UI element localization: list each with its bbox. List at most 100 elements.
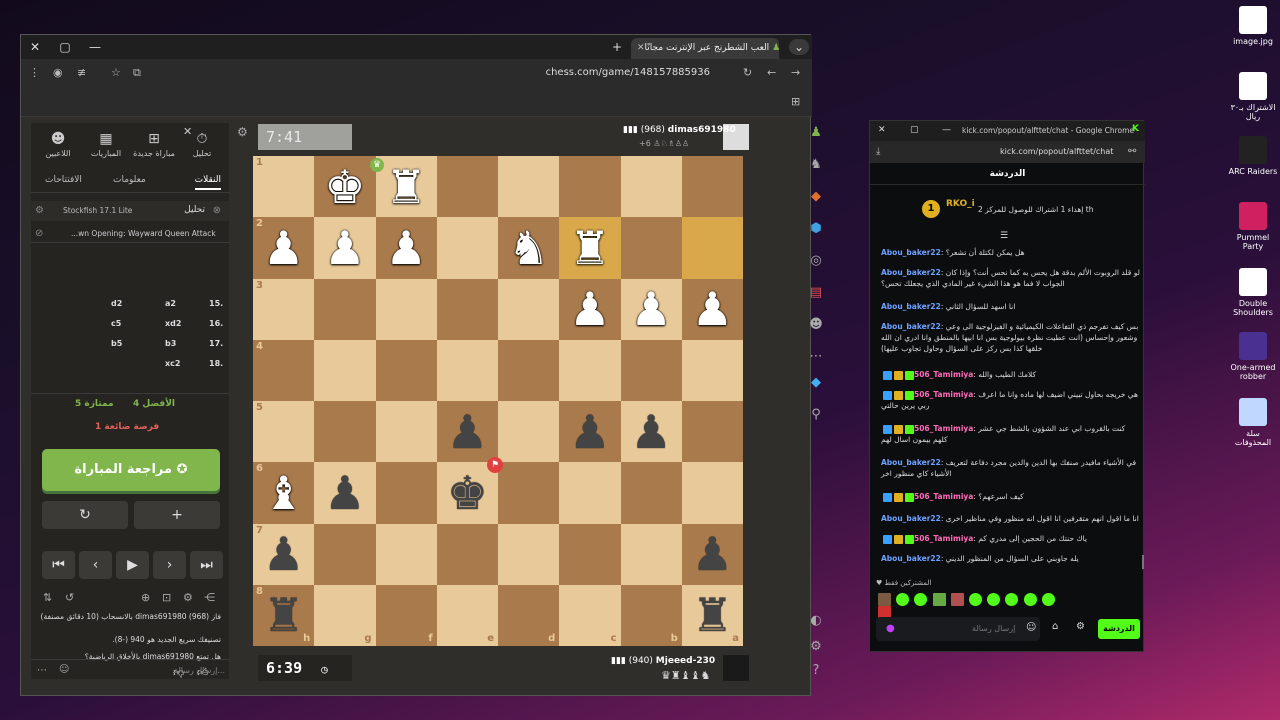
flip-board-icon[interactable]: ⇅: [43, 591, 52, 604]
board-square[interactable]: [681, 401, 743, 463]
board-square[interactable]: [620, 217, 682, 279]
white-move[interactable]: xc2: [165, 359, 180, 368]
board-square[interactable]: [436, 339, 498, 401]
tab-info[interactable]: معلومات: [113, 175, 146, 185]
zoom-icon[interactable]: ⊕: [141, 591, 150, 604]
board-square[interactable]: 8 h ♜: [253, 584, 315, 646]
install-app-icon[interactable]: ⧉: [133, 66, 141, 80]
board-square[interactable]: 6 ♝: [253, 462, 315, 524]
pawn-logo-icon[interactable]: ♟: [808, 125, 824, 141]
board-square[interactable]: [375, 401, 437, 463]
white-pawn-icon[interactable]: ♟: [386, 225, 427, 271]
board-square[interactable]: [498, 523, 560, 585]
gear-icon[interactable]: ⚙: [808, 639, 824, 655]
pin-collapse-icon[interactable]: ☰: [1000, 231, 1008, 241]
white-pawn-icon[interactable]: ♟: [263, 225, 304, 271]
board-square[interactable]: ♟: [620, 401, 682, 463]
next-move-button[interactable]: ›: [153, 551, 186, 579]
active-tab[interactable]: ✕ العب الشطرنج عبر الإنترنت مجانًا ♟: [631, 38, 779, 59]
social-icon[interactable]: ☻: [808, 317, 824, 333]
board-square[interactable]: [375, 339, 437, 401]
tab-moves[interactable]: النقلات: [194, 175, 221, 190]
white-pawn-icon[interactable]: ♟: [324, 225, 365, 271]
black-pawn-icon[interactable]: ♟: [324, 470, 365, 516]
white-rook-icon[interactable]: ♜: [386, 164, 427, 210]
board-square[interactable]: g: [314, 584, 376, 646]
white-pawn-icon[interactable]: ♟: [692, 286, 733, 332]
board-settings-icon[interactable]: ⚙: [237, 125, 248, 139]
white-king-icon[interactable]: ♚: [324, 164, 365, 210]
scrollbar[interactable]: [1142, 555, 1144, 569]
kick-address-bar[interactable]: ⤓ kick.com/popout/alfttet/chat ⚯: [870, 141, 1145, 163]
chat-username[interactable]: Abou_baker22: [881, 248, 941, 257]
undo-icon[interactable]: ↺: [65, 591, 74, 604]
chess-board[interactable]: 1 ♚ ♜ 2 ♟ ♟ ♟ ♞ ♜ 3 ♟ ♟ ♟ 4 5 ♟ ♟ ♟ 6 ♝ ♟ ♚ 7 ♟ ♟ 8 h ♜ g f e d c b a ♜: [253, 156, 743, 646]
emoji-icon[interactable]: ☺: [59, 664, 69, 675]
board-square[interactable]: [559, 339, 621, 401]
board-square[interactable]: 7 ♟: [253, 523, 315, 585]
board-square[interactable]: [620, 339, 682, 401]
diamond-icon[interactable]: ◆: [808, 375, 824, 391]
white-rook-icon[interactable]: ♜: [569, 225, 610, 271]
board-square[interactable]: [314, 401, 376, 463]
board-square[interactable]: ♞: [498, 217, 560, 279]
desktop-icon[interactable]: One-armed robber: [1228, 332, 1278, 381]
close-tab-icon[interactable]: ✕: [637, 38, 645, 59]
store-icon[interactable]: ⌂: [1052, 621, 1058, 632]
emote-icon[interactable]: [987, 593, 1001, 606]
chat-username[interactable]: 506_Tamimiya: [914, 534, 973, 543]
board-square[interactable]: [681, 339, 743, 401]
board-square[interactable]: f: [375, 584, 437, 646]
chat-username[interactable]: Abou_baker22: [881, 458, 941, 467]
emote-icon[interactable]: [1005, 593, 1019, 606]
emote-icon[interactable]: [1041, 593, 1055, 606]
board-square[interactable]: ♟: [559, 278, 621, 340]
board-square[interactable]: [314, 278, 376, 340]
board-square[interactable]: ♟: [314, 462, 376, 524]
white-pawn-icon[interactable]: ♟: [631, 286, 672, 332]
kick-maximize-icon[interactable]: ▢: [910, 125, 919, 135]
chat-username[interactable]: Abou_baker22: [881, 268, 941, 277]
help-icon[interactable]: ?: [808, 663, 824, 679]
desktop-icon[interactable]: الاشتراك بـ٣٠ ريال: [1228, 72, 1278, 121]
board-square[interactable]: [314, 523, 376, 585]
board-square[interactable]: [681, 217, 743, 279]
engine-toggle-icon[interactable]: ⊗: [213, 205, 221, 216]
emote-icon[interactable]: [1023, 593, 1037, 606]
first-move-button[interactable]: ⏮: [42, 551, 75, 579]
settings-icon[interactable]: ⚙: [183, 591, 193, 604]
kick-close-icon[interactable]: ✕: [878, 125, 886, 135]
board-square[interactable]: [498, 339, 560, 401]
desktop-icon[interactable]: ARC Raiders: [1228, 136, 1278, 176]
board-square[interactable]: ♚: [436, 462, 498, 524]
black-move[interactable]: d2: [111, 299, 122, 308]
board-square[interactable]: [559, 462, 621, 524]
minimize-icon[interactable]: —: [85, 39, 105, 55]
black-pawn-icon[interactable]: ♟: [692, 531, 733, 577]
tab-search-icon[interactable]: ⌄: [789, 39, 809, 55]
emoji-picker-icon[interactable]: ☺: [1026, 622, 1036, 633]
board-square[interactable]: ♟: [436, 401, 498, 463]
news-icon[interactable]: ▤: [808, 285, 824, 301]
nav-grid[interactable]: ▦ المباريات: [83, 131, 129, 158]
board-square[interactable]: [436, 278, 498, 340]
learn-icon[interactable]: ⬢: [808, 221, 824, 237]
emote-icon[interactable]: [878, 593, 891, 606]
board-square[interactable]: [620, 523, 682, 585]
board-square[interactable]: 5: [253, 401, 315, 463]
board-square[interactable]: [498, 156, 560, 218]
board-square[interactable]: [559, 156, 621, 218]
emote-icon[interactable]: [950, 593, 964, 606]
black-rook-icon[interactable]: ♜: [692, 592, 733, 638]
reload-icon[interactable]: ↻: [743, 66, 752, 80]
chat-input[interactable]: ● إرسال رسالة ☺: [876, 617, 1040, 641]
search-icon[interactable]: ⚲: [808, 407, 824, 423]
black-pawn-icon[interactable]: ♟: [447, 409, 488, 455]
chat-username[interactable]: 506_Tamimiya: [914, 370, 973, 379]
puzzles-icon[interactable]: ◆: [808, 189, 824, 205]
chat-username[interactable]: 506_Tamimiya: [914, 424, 973, 433]
board-square[interactable]: a ♜: [681, 584, 743, 646]
black-king-icon[interactable]: ♚: [447, 470, 488, 516]
chat-username[interactable]: Abou_baker22: [881, 302, 941, 311]
more-icon[interactable]: ⋯: [37, 665, 47, 676]
